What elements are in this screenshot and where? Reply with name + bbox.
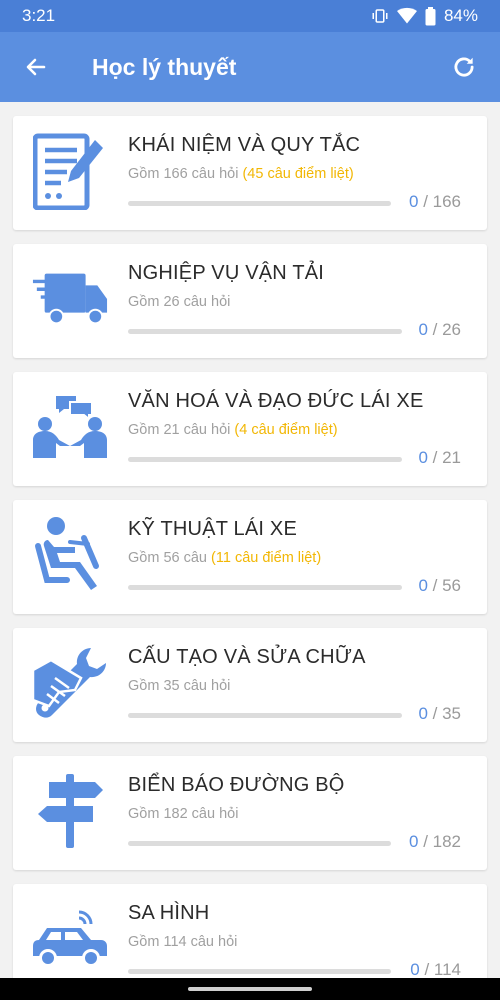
- done-count: 0: [408, 832, 419, 851]
- progress-bar: [128, 201, 391, 206]
- battery-icon: [425, 6, 436, 26]
- topic-title: KHÁI NIỆM VÀ QUY TẮC: [128, 134, 361, 156]
- done-count: 0: [418, 448, 428, 467]
- progress-count: 0 / 166: [409, 192, 461, 212]
- topic-title: NGHIỆP VỤ VẬN TẢI: [128, 262, 325, 284]
- topic-card-ky-thuat[interactable]: KỸ THUẬT LÁI XE Gồm 56 câu (11 câu điểm …: [13, 500, 487, 614]
- topic-subtitle: Gồm 26 câu hỏi: [128, 294, 230, 310]
- question-count: Gồm 35 câu hỏi: [128, 678, 231, 694]
- done-count: 0: [418, 576, 428, 595]
- app-bar: Học lý thuyết: [0, 32, 500, 102]
- topic-card-nghiep-vu[interactable]: NGHIỆP VỤ VẬN TẢI Gồm 26 câu hỏi 0 / 26: [13, 244, 487, 358]
- done-count: 0: [410, 960, 420, 978]
- topic-subtitle: Gồm 182 câu hỏi: [128, 806, 238, 822]
- wifi-icon: [396, 7, 417, 25]
- question-count: Gồm 56 câu: [128, 550, 207, 566]
- progress-count: 0 / 56: [418, 576, 461, 596]
- driver-seat-icon: [31, 516, 109, 594]
- topic-card-van-hoa[interactable]: VĂN HOÁ VÀ ĐẠO ĐỨC LÁI XE Gồm 21 câu hỏi…: [13, 372, 487, 486]
- status-bar: 3:21 84%: [0, 0, 500, 32]
- critical-count: (11 câu điểm liệt): [211, 550, 322, 566]
- topic-title: KỸ THUẬT LÁI XE: [128, 518, 297, 540]
- progress-count: 0 / 26: [418, 320, 461, 340]
- topic-card-khai-niem[interactable]: KHÁI NIỆM VÀ QUY TẮC Gồm 166 câu hỏi (45…: [13, 116, 487, 230]
- topic-title: BIỂN BÁO ĐƯỜNG BỘ: [128, 774, 345, 796]
- connected-car-icon: [31, 900, 109, 978]
- critical-count: (4 câu điểm liệt): [234, 422, 338, 438]
- topic-title: VĂN HOÁ VÀ ĐẠO ĐỨC LÁI XE: [128, 390, 424, 412]
- home-gesture-handle[interactable]: [188, 987, 312, 991]
- refresh-icon[interactable]: [446, 49, 482, 85]
- topic-card-cau-tao[interactable]: CẤU TẠO VÀ SỬA CHỮA Gồm 35 câu hỏi 0 / 3…: [13, 628, 487, 742]
- progress-bar: [128, 457, 402, 462]
- question-count: Gồm 21 câu hỏi: [128, 422, 231, 438]
- delivery-truck-icon: [31, 260, 109, 338]
- done-count: 0: [418, 320, 428, 339]
- question-count: Gồm 166 câu hỏi: [128, 166, 239, 182]
- total-count: / 114: [424, 960, 461, 978]
- wrench-icon: [31, 644, 109, 722]
- topic-card-bien-bao[interactable]: BIỂN BÁO ĐƯỜNG BỘ Gồm 182 câu hỏi 0 / 18…: [13, 756, 487, 870]
- navigation-bar: [0, 978, 500, 1000]
- battery-percent: 84%: [443, 6, 478, 25]
- topic-subtitle: Gồm 21 câu hỏi (4 câu điểm liệt): [128, 422, 338, 438]
- people-conversation-icon: [31, 388, 109, 466]
- progress-bar: [128, 841, 391, 846]
- question-count: Gồm 26 câu hỏi: [128, 294, 231, 310]
- progress-bar: [128, 713, 402, 718]
- progress-count: 0 / 114: [410, 960, 461, 978]
- done-count: 0: [418, 704, 428, 723]
- total-count: / 56: [432, 576, 461, 595]
- topic-title: CẤU TẠO VÀ SỬA CHỮA: [128, 646, 366, 668]
- progress-count: 0 / 35: [418, 704, 461, 724]
- signpost-icon: [31, 772, 109, 850]
- status-icons: 84%: [371, 6, 478, 26]
- topic-subtitle: Gồm 114 câu hỏi: [128, 934, 237, 950]
- total-count: / 182: [423, 832, 461, 851]
- document-form-icon: [31, 132, 109, 210]
- topic-title: SA HÌNH: [128, 902, 210, 924]
- done-count: 0: [408, 192, 419, 211]
- topic-card-sa-hinh[interactable]: SA HÌNH Gồm 114 câu hỏi 0 / 114: [13, 884, 487, 978]
- total-count: / 166: [423, 192, 461, 211]
- topic-subtitle: Gồm 35 câu hỏi: [128, 678, 230, 694]
- progress-bar: [128, 969, 391, 974]
- topic-subtitle: Gồm 166 câu hỏi (45 câu điểm liệt): [128, 166, 354, 182]
- topic-subtitle: Gồm 56 câu (11 câu điểm liệt): [128, 550, 321, 566]
- topic-list: KHÁI NIỆM VÀ QUY TẮC Gồm 166 câu hỏi (45…: [0, 102, 500, 978]
- progress-count: 0 / 21: [418, 448, 461, 468]
- total-count: / 26: [432, 320, 461, 339]
- vibrate-icon: [371, 7, 389, 25]
- progress-bar: [128, 329, 402, 334]
- progress-count: 0 / 182: [409, 832, 461, 852]
- page-title: Học lý thuyết: [92, 53, 237, 80]
- total-count: / 21: [432, 448, 461, 467]
- question-count: Gồm 182 câu hỏi: [128, 806, 239, 822]
- critical-count: (45 câu điểm liệt): [242, 166, 354, 182]
- total-count: / 35: [432, 704, 461, 723]
- question-count: Gồm 114 câu hỏi: [128, 934, 238, 950]
- back-arrow-icon[interactable]: [18, 49, 54, 85]
- progress-bar: [128, 585, 402, 590]
- status-time: 3:21: [22, 6, 56, 25]
